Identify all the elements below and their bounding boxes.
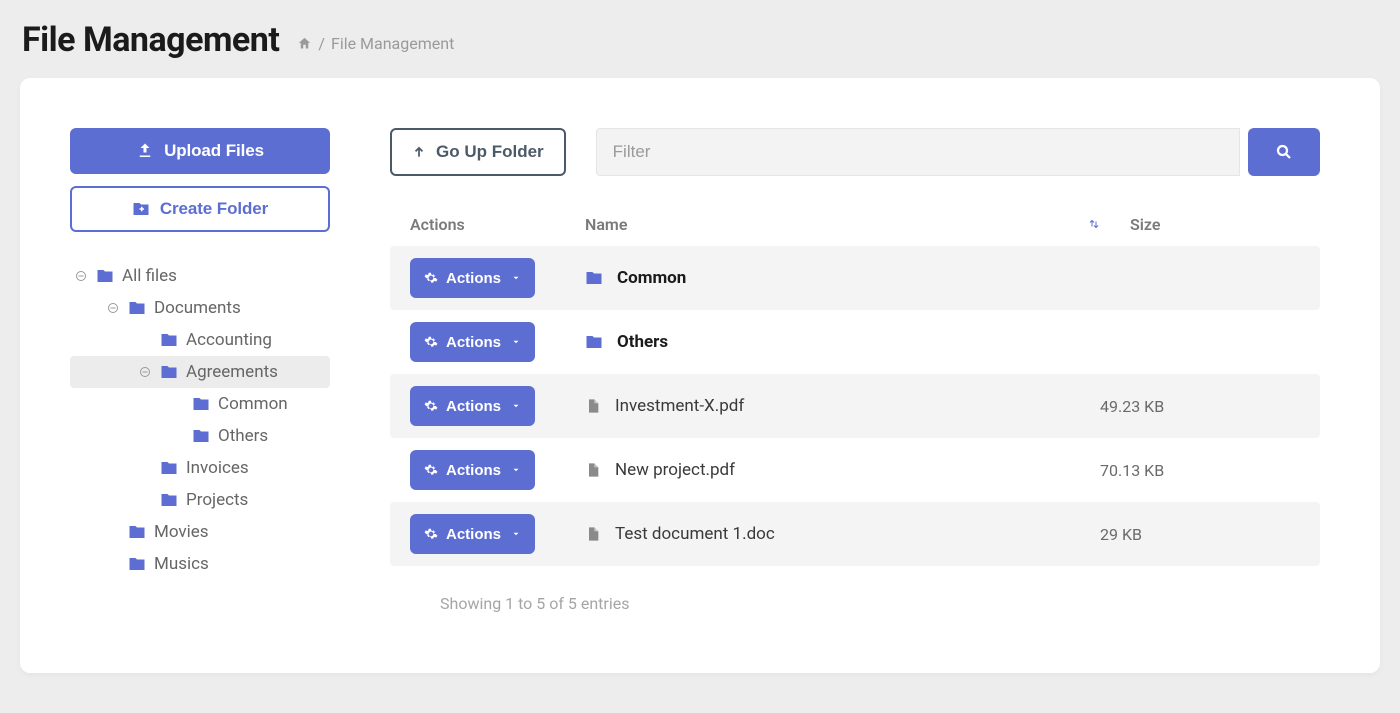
tree-item-label: All files xyxy=(122,266,177,286)
row-actions-label: Actions xyxy=(446,462,501,479)
gear-icon xyxy=(424,271,438,285)
arrow-up-icon xyxy=(412,144,426,160)
tree-item-label: Invoices xyxy=(186,458,249,478)
table-entries-info: Showing 1 to 5 of 5 entries xyxy=(390,594,1320,613)
page-title: File Management xyxy=(22,20,279,60)
tree-item-label: Agreements xyxy=(186,362,278,382)
caret-down-icon xyxy=(511,401,521,411)
table-row[interactable]: Actions Test document 1.doc 29 KB xyxy=(390,502,1320,566)
folder-icon xyxy=(585,333,603,351)
row-actions-button[interactable]: Actions xyxy=(410,450,535,490)
create-folder-label: Create Folder xyxy=(160,199,268,219)
filter-input[interactable] xyxy=(596,128,1240,176)
tree-item-all-files[interactable]: All files xyxy=(70,260,330,292)
go-up-label: Go Up Folder xyxy=(436,142,544,162)
upload-files-button[interactable]: Upload Files xyxy=(70,128,330,174)
table-row[interactable]: Actions Others xyxy=(390,310,1320,374)
caret-down-icon xyxy=(511,337,521,347)
row-name: Investment-X.pdf xyxy=(615,396,744,416)
breadcrumb-current: File Management xyxy=(331,34,454,53)
row-name: Test document 1.doc xyxy=(615,524,775,544)
folder-icon xyxy=(128,299,146,317)
row-actions-button[interactable]: Actions xyxy=(410,514,535,554)
file-icon xyxy=(585,461,601,479)
row-actions-label: Actions xyxy=(446,526,501,543)
tree-item-common[interactable]: Common xyxy=(70,388,330,420)
create-folder-button[interactable]: Create Folder xyxy=(70,186,330,232)
tree-toggle-icon[interactable] xyxy=(138,366,152,378)
gear-icon xyxy=(424,335,438,349)
gear-icon xyxy=(424,399,438,413)
row-actions-label: Actions xyxy=(446,334,501,351)
row-name: Others xyxy=(617,332,668,352)
tree-item-others[interactable]: Others xyxy=(70,420,330,452)
tree-item-projects[interactable]: Projects xyxy=(70,484,330,516)
row-name: New project.pdf xyxy=(615,460,735,480)
tree-item-musics[interactable]: Musics xyxy=(70,548,330,580)
column-header-size[interactable]: Size xyxy=(1100,215,1300,234)
folder-icon xyxy=(96,267,114,285)
go-up-folder-button[interactable]: Go Up Folder xyxy=(390,128,566,176)
table-row[interactable]: Actions Investment-X.pdf 49.23 KB xyxy=(390,374,1320,438)
tree-item-label: Movies xyxy=(154,522,209,542)
sort-name-icon[interactable] xyxy=(1060,216,1100,232)
tree-item-invoices[interactable]: Invoices xyxy=(70,452,330,484)
tree-item-accounting[interactable]: Accounting xyxy=(70,324,330,356)
home-icon[interactable] xyxy=(297,36,312,51)
folder-icon xyxy=(128,555,146,573)
tree-toggle-icon[interactable] xyxy=(74,270,88,282)
row-name: Common xyxy=(617,268,686,288)
tree-item-label: Projects xyxy=(186,490,248,510)
row-size: 70.13 KB xyxy=(1100,461,1300,480)
gear-icon xyxy=(424,527,438,541)
table-row[interactable]: Actions Common xyxy=(390,246,1320,310)
folder-icon xyxy=(192,395,210,413)
folder-icon xyxy=(585,269,603,287)
caret-down-icon xyxy=(511,529,521,539)
tree-item-label: Accounting xyxy=(186,330,272,350)
folder-plus-icon xyxy=(132,200,150,218)
breadcrumb-separator: / xyxy=(318,34,325,53)
upload-files-label: Upload Files xyxy=(164,141,264,161)
row-actions-button[interactable]: Actions xyxy=(410,322,535,362)
folder-icon xyxy=(128,523,146,541)
row-actions-button[interactable]: Actions xyxy=(410,386,535,426)
row-size: 49.23 KB xyxy=(1100,397,1300,416)
folder-icon xyxy=(160,459,178,477)
table-row[interactable]: Actions New project.pdf 70.13 KB xyxy=(390,438,1320,502)
column-header-actions: Actions xyxy=(410,215,585,234)
tree-item-label: Common xyxy=(218,394,288,414)
folder-icon xyxy=(192,427,210,445)
folder-icon xyxy=(160,331,178,349)
row-actions-label: Actions xyxy=(446,398,501,415)
tree-item-documents[interactable]: Documents xyxy=(70,292,330,324)
tree-item-label: Others xyxy=(218,426,268,446)
file-icon xyxy=(585,397,601,415)
upload-icon xyxy=(136,142,154,160)
breadcrumb: / File Management xyxy=(297,34,454,53)
caret-down-icon xyxy=(511,273,521,283)
gear-icon xyxy=(424,463,438,477)
search-button[interactable] xyxy=(1248,128,1320,176)
file-icon xyxy=(585,525,601,543)
search-icon xyxy=(1275,143,1293,161)
tree-item-agreements[interactable]: Agreements xyxy=(70,356,330,388)
tree-item-movies[interactable]: Movies xyxy=(70,516,330,548)
row-actions-button[interactable]: Actions xyxy=(410,258,535,298)
row-size: 29 KB xyxy=(1100,525,1300,544)
row-actions-label: Actions xyxy=(446,270,501,287)
tree-item-label: Musics xyxy=(154,554,209,574)
folder-tree: All files Documents Accounting Agreements Co… xyxy=(70,260,330,580)
folder-icon xyxy=(160,491,178,509)
folder-icon xyxy=(160,363,178,381)
tree-item-label: Documents xyxy=(154,298,241,318)
caret-down-icon xyxy=(511,465,521,475)
tree-toggle-icon[interactable] xyxy=(106,302,120,314)
column-header-name[interactable]: Name xyxy=(585,215,1060,234)
